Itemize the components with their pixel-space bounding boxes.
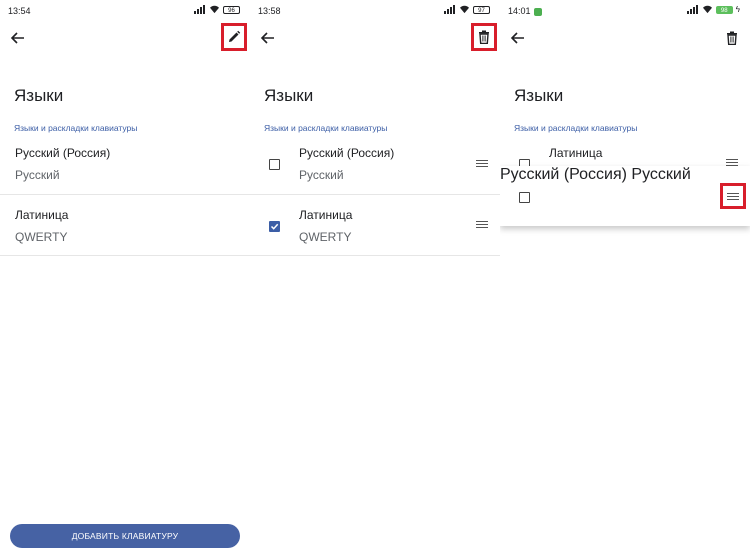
item-title: Латиница (549, 146, 603, 160)
back-arrow-icon[interactable] (510, 30, 526, 46)
edit-button[interactable] (221, 23, 247, 51)
add-keyboard-button[interactable]: ДОБАВИТЬ КЛАВИАТУРУ (10, 524, 240, 548)
status-bar: 14:01 98 ϟ (500, 0, 750, 22)
item-subtitle: QWERTY (15, 230, 68, 244)
signal-icon (686, 5, 699, 14)
list-item[interactable]: Русский (Россия) Русский (250, 134, 500, 194)
item-checkbox[interactable] (269, 159, 280, 170)
page-title: Языки (264, 86, 314, 105)
status-time: 13:54 (8, 6, 31, 16)
item-title: Русский (Россия) (500, 166, 627, 183)
trash-icon (479, 30, 489, 44)
check-icon (270, 223, 279, 230)
section-header: Языки и раскладки клавиатуры (514, 123, 638, 133)
charging-icon: ϟ (735, 5, 740, 14)
item-title: Русский (Россия) (299, 146, 395, 160)
list-item[interactable]: Русский (Россия) Русский (0, 134, 250, 194)
battery-icon: 98 (715, 5, 733, 14)
page-title: Языки (14, 86, 64, 105)
back-arrow-icon[interactable] (10, 30, 26, 46)
status-time: 14:01 (508, 6, 542, 16)
delete-button[interactable] (722, 28, 742, 48)
drag-handle-icon[interactable] (476, 221, 488, 230)
notification-icon (533, 7, 542, 16)
wifi-icon (210, 5, 219, 14)
item-subtitle: Русский (631, 166, 691, 183)
item-title: Латиница (15, 208, 69, 222)
drag-handle-highlight[interactable] (720, 183, 746, 209)
drag-handle-icon[interactable] (476, 160, 488, 169)
page-title: Языки (514, 86, 564, 105)
section-header: Языки и раскладки клавиатуры (264, 123, 388, 133)
back-arrow-icon[interactable] (260, 30, 276, 46)
item-checkbox[interactable] (269, 221, 280, 232)
trash-icon (727, 31, 737, 45)
status-bar: 13:54 96 (0, 0, 250, 22)
divider (250, 255, 500, 256)
signal-icon (444, 5, 456, 14)
divider (0, 255, 250, 256)
battery-icon: 97 (473, 5, 490, 14)
panel-2: 13:58 97 Языки Языки и раскладки клавиат… (250, 0, 500, 556)
item-subtitle: QWERTY (299, 230, 352, 244)
list-item[interactable]: Латиница QWERTY (0, 195, 250, 255)
battery-icon: 96 (223, 5, 240, 14)
wifi-icon (460, 5, 469, 14)
item-checkbox[interactable] (519, 192, 530, 203)
panel-1: 13:54 96 Языки Языки и раскладки клавиат… (0, 0, 250, 556)
list-item[interactable]: Латиница QWERTY (250, 195, 500, 255)
delete-button[interactable] (471, 23, 497, 51)
signal-icon (194, 5, 206, 14)
item-subtitle: Русский (299, 168, 344, 182)
wifi-icon (702, 5, 712, 14)
drag-handle-icon[interactable] (727, 193, 739, 202)
dragged-list-item[interactable]: Русский (Россия) Русский (500, 166, 750, 226)
status-bar: 13:58 97 (250, 0, 500, 22)
panel-3: 14:01 98 ϟ Языки Языки и раскладки клави… (500, 0, 750, 556)
item-title: Латиница (299, 208, 353, 222)
status-time: 13:58 (258, 6, 281, 16)
pencil-icon (229, 30, 241, 42)
item-subtitle: Русский (15, 168, 60, 182)
item-title: Русский (Россия) (15, 146, 111, 160)
section-header: Языки и раскладки клавиатуры (14, 123, 138, 133)
